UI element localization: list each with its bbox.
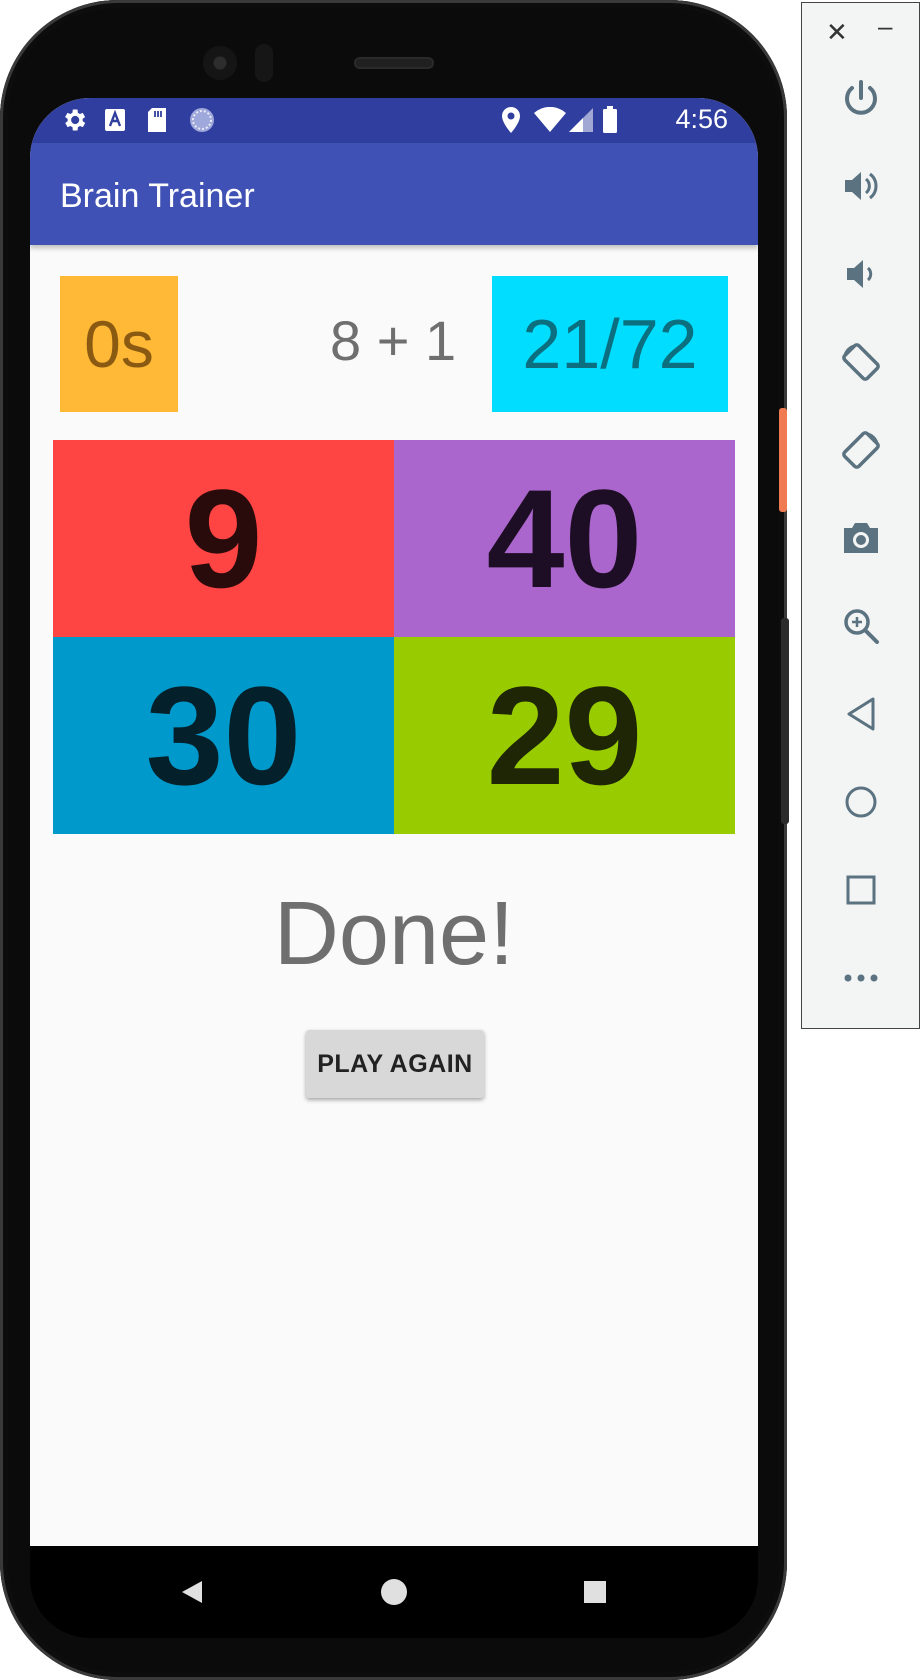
back-icon[interactable] bbox=[828, 686, 894, 742]
side-volume-button[interactable] bbox=[781, 618, 789, 824]
volume-up-icon[interactable] bbox=[828, 158, 894, 214]
overview-icon[interactable] bbox=[828, 862, 894, 918]
side-power-button[interactable] bbox=[779, 408, 787, 512]
minimize-icon[interactable]: – bbox=[878, 11, 892, 42]
home-icon[interactable] bbox=[374, 1572, 414, 1612]
recents-icon[interactable] bbox=[575, 1572, 615, 1612]
power-icon[interactable] bbox=[828, 70, 894, 126]
more-icon[interactable] bbox=[828, 950, 894, 1006]
answer-button-1[interactable]: 40 bbox=[394, 440, 735, 637]
app-bar: Brain Trainer bbox=[30, 143, 758, 245]
timer-display: 0s bbox=[60, 276, 178, 412]
answer-button-0[interactable]: 9 bbox=[53, 440, 394, 637]
sd-card-icon bbox=[146, 106, 168, 134]
proximity-sensor bbox=[255, 44, 273, 82]
volume-down-icon[interactable] bbox=[828, 246, 894, 302]
location-icon bbox=[500, 106, 522, 134]
answer-button-3[interactable]: 29 bbox=[394, 637, 735, 834]
answer-button-2[interactable]: 30 bbox=[53, 637, 394, 834]
zoom-icon[interactable] bbox=[828, 598, 894, 654]
front-camera bbox=[203, 46, 237, 80]
emulator-toolbar: ✕ – bbox=[801, 2, 920, 1029]
status-time: 4:56 bbox=[675, 104, 728, 134]
answer-grid: 9 40 30 29 bbox=[53, 440, 735, 834]
result-text: Done! bbox=[273, 884, 515, 984]
rotate-right-icon[interactable] bbox=[828, 422, 894, 478]
score-display: 21/72 bbox=[492, 276, 728, 412]
screenshot-icon[interactable] bbox=[828, 510, 894, 566]
play-again-button[interactable]: PLAY AGAIN bbox=[306, 1030, 484, 1098]
app-title: Brain Trainer bbox=[60, 177, 255, 215]
question-text: 8 + 1 bbox=[330, 309, 457, 372]
device-screen: 4:56 Brain Trainer 0s 8 + 1 21/72 9 40 3… bbox=[30, 98, 758, 1546]
rotate-left-icon[interactable] bbox=[828, 334, 894, 390]
battery-icon bbox=[602, 106, 618, 134]
a-notification-icon bbox=[104, 106, 126, 134]
signal-icon bbox=[568, 106, 594, 134]
phone-frame: 4:56 Brain Trainer 0s 8 + 1 21/72 9 40 3… bbox=[0, 0, 789, 1680]
status-bar: 4:56 bbox=[30, 98, 758, 143]
wifi-icon bbox=[533, 106, 567, 134]
settings-icon bbox=[60, 106, 88, 134]
sync-icon bbox=[188, 106, 216, 134]
close-icon[interactable]: ✕ bbox=[826, 17, 848, 48]
back-icon[interactable] bbox=[172, 1572, 212, 1612]
earpiece-speaker bbox=[354, 57, 434, 69]
navigation-bar bbox=[30, 1546, 758, 1638]
home-icon[interactable] bbox=[828, 774, 894, 830]
